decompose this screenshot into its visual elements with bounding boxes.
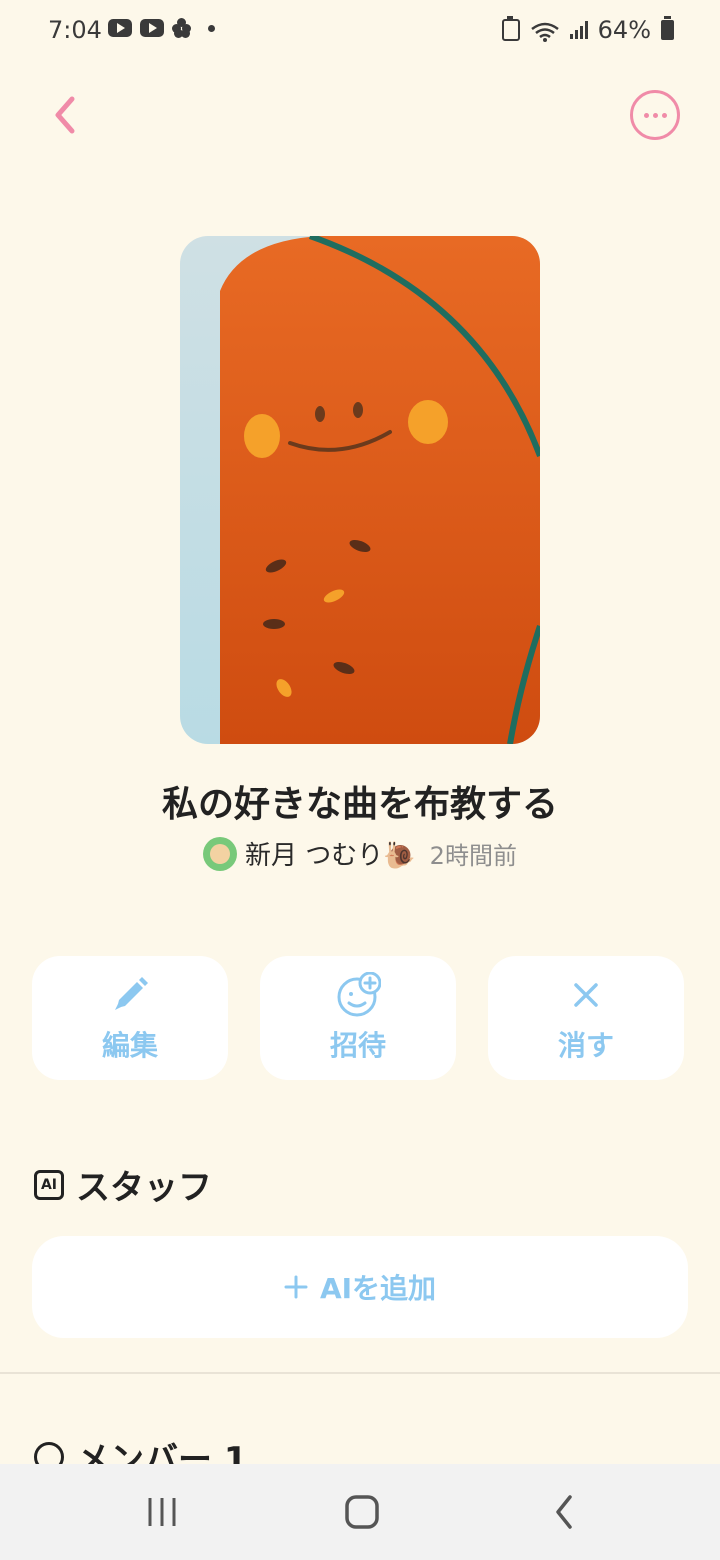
youtube-icon <box>140 19 164 37</box>
delete-label: 消す <box>557 1029 614 1062</box>
system-navigation-bar <box>0 1464 720 1560</box>
battery-saver-icon <box>501 16 520 41</box>
status-time: 7:04 <box>48 16 102 44</box>
notification-icons <box>108 18 215 38</box>
system-icons: 64% <box>501 16 674 44</box>
section-divider <box>0 1372 720 1374</box>
more-dot <box>652 112 658 118</box>
plus-icon <box>284 1275 308 1299</box>
author-name[interactable]: 新月 つむり🐌 <box>245 835 416 872</box>
staff-title: スタッフ <box>76 1168 212 1208</box>
avatar[interactable] <box>203 836 238 871</box>
delete-button[interactable]: 消す <box>488 956 684 1080</box>
recent-apps-icon <box>148 1498 176 1526</box>
battery-icon <box>661 16 674 40</box>
add-ai-button[interactable]: AIを追加 <box>32 1236 688 1338</box>
invite-label: 招待 <box>329 1029 386 1062</box>
back-arrow-icon <box>556 1495 572 1529</box>
action-row: 編集 招待 消す <box>32 956 688 1080</box>
back-button[interactable] <box>40 90 90 140</box>
youtube-icon <box>108 19 132 37</box>
cover-image <box>180 236 540 744</box>
edit-label: 編集 <box>101 1029 158 1062</box>
close-x-icon <box>574 983 598 1007</box>
invite-button[interactable]: 招待 <box>260 956 456 1080</box>
more-dot <box>661 112 667 118</box>
invite-face-plus-icon <box>337 972 381 1017</box>
battery-percent: 64% <box>597 16 651 44</box>
dot-icon <box>208 24 215 32</box>
staff-section-title: AI スタッフ <box>34 1160 212 1209</box>
home-button[interactable] <box>332 1490 392 1534</box>
author-row: 新月 つむり🐌 2時間前 <box>0 835 720 872</box>
post-time: 2時間前 <box>429 842 517 870</box>
wifi-icon <box>530 20 560 42</box>
status-bar: 7:04 64% <box>0 0 720 60</box>
pencil-icon <box>115 977 148 1010</box>
recent-apps-button[interactable] <box>132 1490 192 1534</box>
more-button[interactable] <box>630 90 680 140</box>
more-dot <box>643 112 649 118</box>
flower-icon <box>172 18 192 38</box>
edit-button[interactable]: 編集 <box>32 956 228 1080</box>
home-icon <box>345 1495 379 1529</box>
system-back-button[interactable] <box>534 1490 594 1534</box>
chevron-left-icon <box>55 96 75 134</box>
signal-icon <box>569 21 588 39</box>
post-title: 私の好きな曲を布教する <box>161 784 558 825</box>
add-ai-label: AIを追加 <box>319 1272 437 1305</box>
ai-badge-icon: AI <box>34 1169 64 1200</box>
